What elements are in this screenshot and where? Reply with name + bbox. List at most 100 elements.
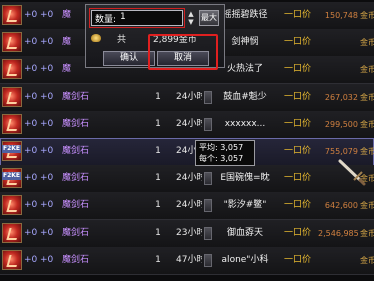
price-type: 一口价 (284, 146, 312, 156)
seller-name: xxxxxx... (224, 119, 266, 129)
price-type: 一口价 (284, 200, 312, 210)
item-icon (2, 250, 22, 270)
plus-value-2: +0 (40, 37, 54, 47)
max-button[interactable]: 最大 (199, 10, 219, 26)
time-spinner-icon[interactable] (204, 91, 212, 104)
item-icon (2, 223, 22, 243)
table-row[interactable]: +0 +0 魔剑石 1 24小时 xxxxxx... 一口价 299,500 金币 (0, 111, 374, 139)
time-remaining: 24小时 (176, 173, 202, 183)
currency-label: 金币 (360, 11, 374, 20)
time-spinner-icon[interactable] (204, 227, 212, 240)
time-remaining: 23小时 (176, 228, 202, 238)
seller-name: alone"小科 (221, 255, 269, 265)
currency-label: 金币 (360, 201, 374, 210)
item-quantity: 1 (155, 119, 161, 129)
avg-value: 3,057 (220, 143, 244, 152)
time-remaining: 47小时 (176, 255, 202, 265)
plus-value-2: +0 (40, 64, 54, 74)
plus-value-2: +0 (40, 92, 54, 102)
table-row[interactable]: +0 +0 魔剑石 1 24小时 鼓血#魁少 一口价 267,032 金币 (0, 84, 374, 112)
plus-value-2: +0 (40, 228, 54, 238)
total-label: 共 (117, 35, 127, 45)
price-tooltip: 平均: 3,057 每个: 3,057 (195, 140, 255, 166)
item-icon (2, 32, 22, 52)
table-row[interactable]: +0 +0 魔剑石 1 47小时 alone"小科 一口价 金币 (0, 247, 374, 275)
item-name: 魔剑石 (62, 255, 90, 265)
sword-cursor-icon (338, 159, 366, 186)
time-remaining: 24小时 (176, 92, 202, 102)
table-row[interactable]: +0 +0 魔剑石 1 24小时 E国碗傀=眈 一口价 金币 F2KE (0, 165, 374, 193)
item-icon (2, 87, 22, 107)
currency-label: 金币 (360, 93, 374, 102)
item-name: 魔剑石 (62, 119, 90, 129)
each-label: 每个: (199, 154, 218, 163)
price-type: 一口价 (284, 64, 312, 74)
buyout-price (318, 247, 358, 274)
item-icon (2, 5, 22, 25)
quantity-input[interactable]: 数量: 1 (89, 8, 185, 28)
plus-value-2: +0 (40, 255, 54, 265)
item-quantity: 1 (155, 228, 161, 238)
item-name: 魔剑石 (62, 92, 90, 102)
item-quantity: 1 (155, 92, 161, 102)
gold-coin-icon (91, 34, 101, 42)
time-remaining: 24小时 (176, 200, 202, 210)
time-spinner-icon[interactable] (204, 118, 212, 131)
cancel-highlight-box (148, 34, 218, 70)
currency-label: 金币 (360, 256, 374, 265)
quantity-down-icon[interactable]: ▼ (186, 18, 196, 26)
price-type: 一口价 (284, 255, 312, 265)
quantity-up-icon[interactable]: ▲ (186, 10, 196, 18)
currency-label: 金币 (360, 65, 374, 74)
item-name: 魔剑石 (62, 146, 90, 156)
item-quantity: 1 (155, 173, 161, 183)
seller-name: 鼓血#魁少 (223, 92, 267, 102)
table-row[interactable]: +0 +0 魔剑石 1 24小时 "影汐#鳖" 一口价 642,600 金币 (0, 192, 374, 220)
item-icon (2, 59, 22, 79)
buyout-price: 299,500 (324, 120, 358, 129)
plus-value-2: +0 (40, 119, 54, 129)
quantity-label: 数量: (95, 15, 117, 25)
quantity-value: 1 (120, 12, 126, 22)
avg-label: 平均: (199, 143, 218, 152)
item-badge: F2KE (2, 172, 22, 180)
item-quantity: 1 (155, 200, 161, 210)
item-name: 魔剑石 (62, 173, 90, 183)
price-type: 一口价 (284, 37, 312, 47)
item-quantity: 1 (155, 146, 161, 156)
seller-name: "影汐#鳖" (223, 200, 267, 210)
price-type: 一口价 (284, 228, 312, 238)
buyout-price: 267,032 (324, 93, 358, 102)
seller-name: E国碗傀=眈 (220, 173, 270, 183)
currency-label: 金币 (360, 120, 374, 129)
item-quantity: 1 (155, 255, 161, 265)
currency-label: 金币 (360, 38, 374, 47)
time-spinner-icon[interactable] (204, 199, 212, 212)
price-type: 一口价 (284, 92, 312, 102)
item-badge: F2KE (2, 145, 22, 153)
item-name: 魔剑石 (62, 228, 90, 238)
price-type: 一口价 (284, 173, 312, 183)
time-spinner-icon[interactable] (204, 254, 212, 267)
price-type: 一口价 (284, 119, 312, 129)
time-remaining: 24小时 (176, 119, 202, 129)
item-name: 魔剑石 (62, 200, 90, 210)
currency-label: 金币 (360, 229, 374, 238)
plus-value-2: +0 (40, 10, 54, 20)
table-row[interactable]: +0 +0 魔剑石 1 23小时 御血孬天 一口价 2,546,985 金币 (0, 220, 374, 248)
table-row[interactable]: +0+0魔剑石124小时一口价755,079金币F2KE (0, 138, 374, 166)
buyout-price (318, 29, 358, 56)
each-value: 3,057 (220, 154, 244, 163)
item-icon (2, 195, 22, 215)
price-type: 一口价 (284, 10, 312, 20)
seller-name: 御血孬天 (226, 228, 263, 238)
plus-value-2: +0 (40, 173, 54, 183)
item-icon (2, 114, 22, 134)
buyout-price (318, 56, 358, 83)
plus-value-2: +0 (40, 146, 54, 156)
buyout-price: 642,600 (324, 201, 358, 210)
time-spinner-icon[interactable] (204, 172, 212, 185)
buyout-price: 150,748 (324, 11, 358, 20)
plus-value-2: +0 (40, 200, 54, 210)
buyout-price: 2,546,985 (318, 229, 358, 238)
